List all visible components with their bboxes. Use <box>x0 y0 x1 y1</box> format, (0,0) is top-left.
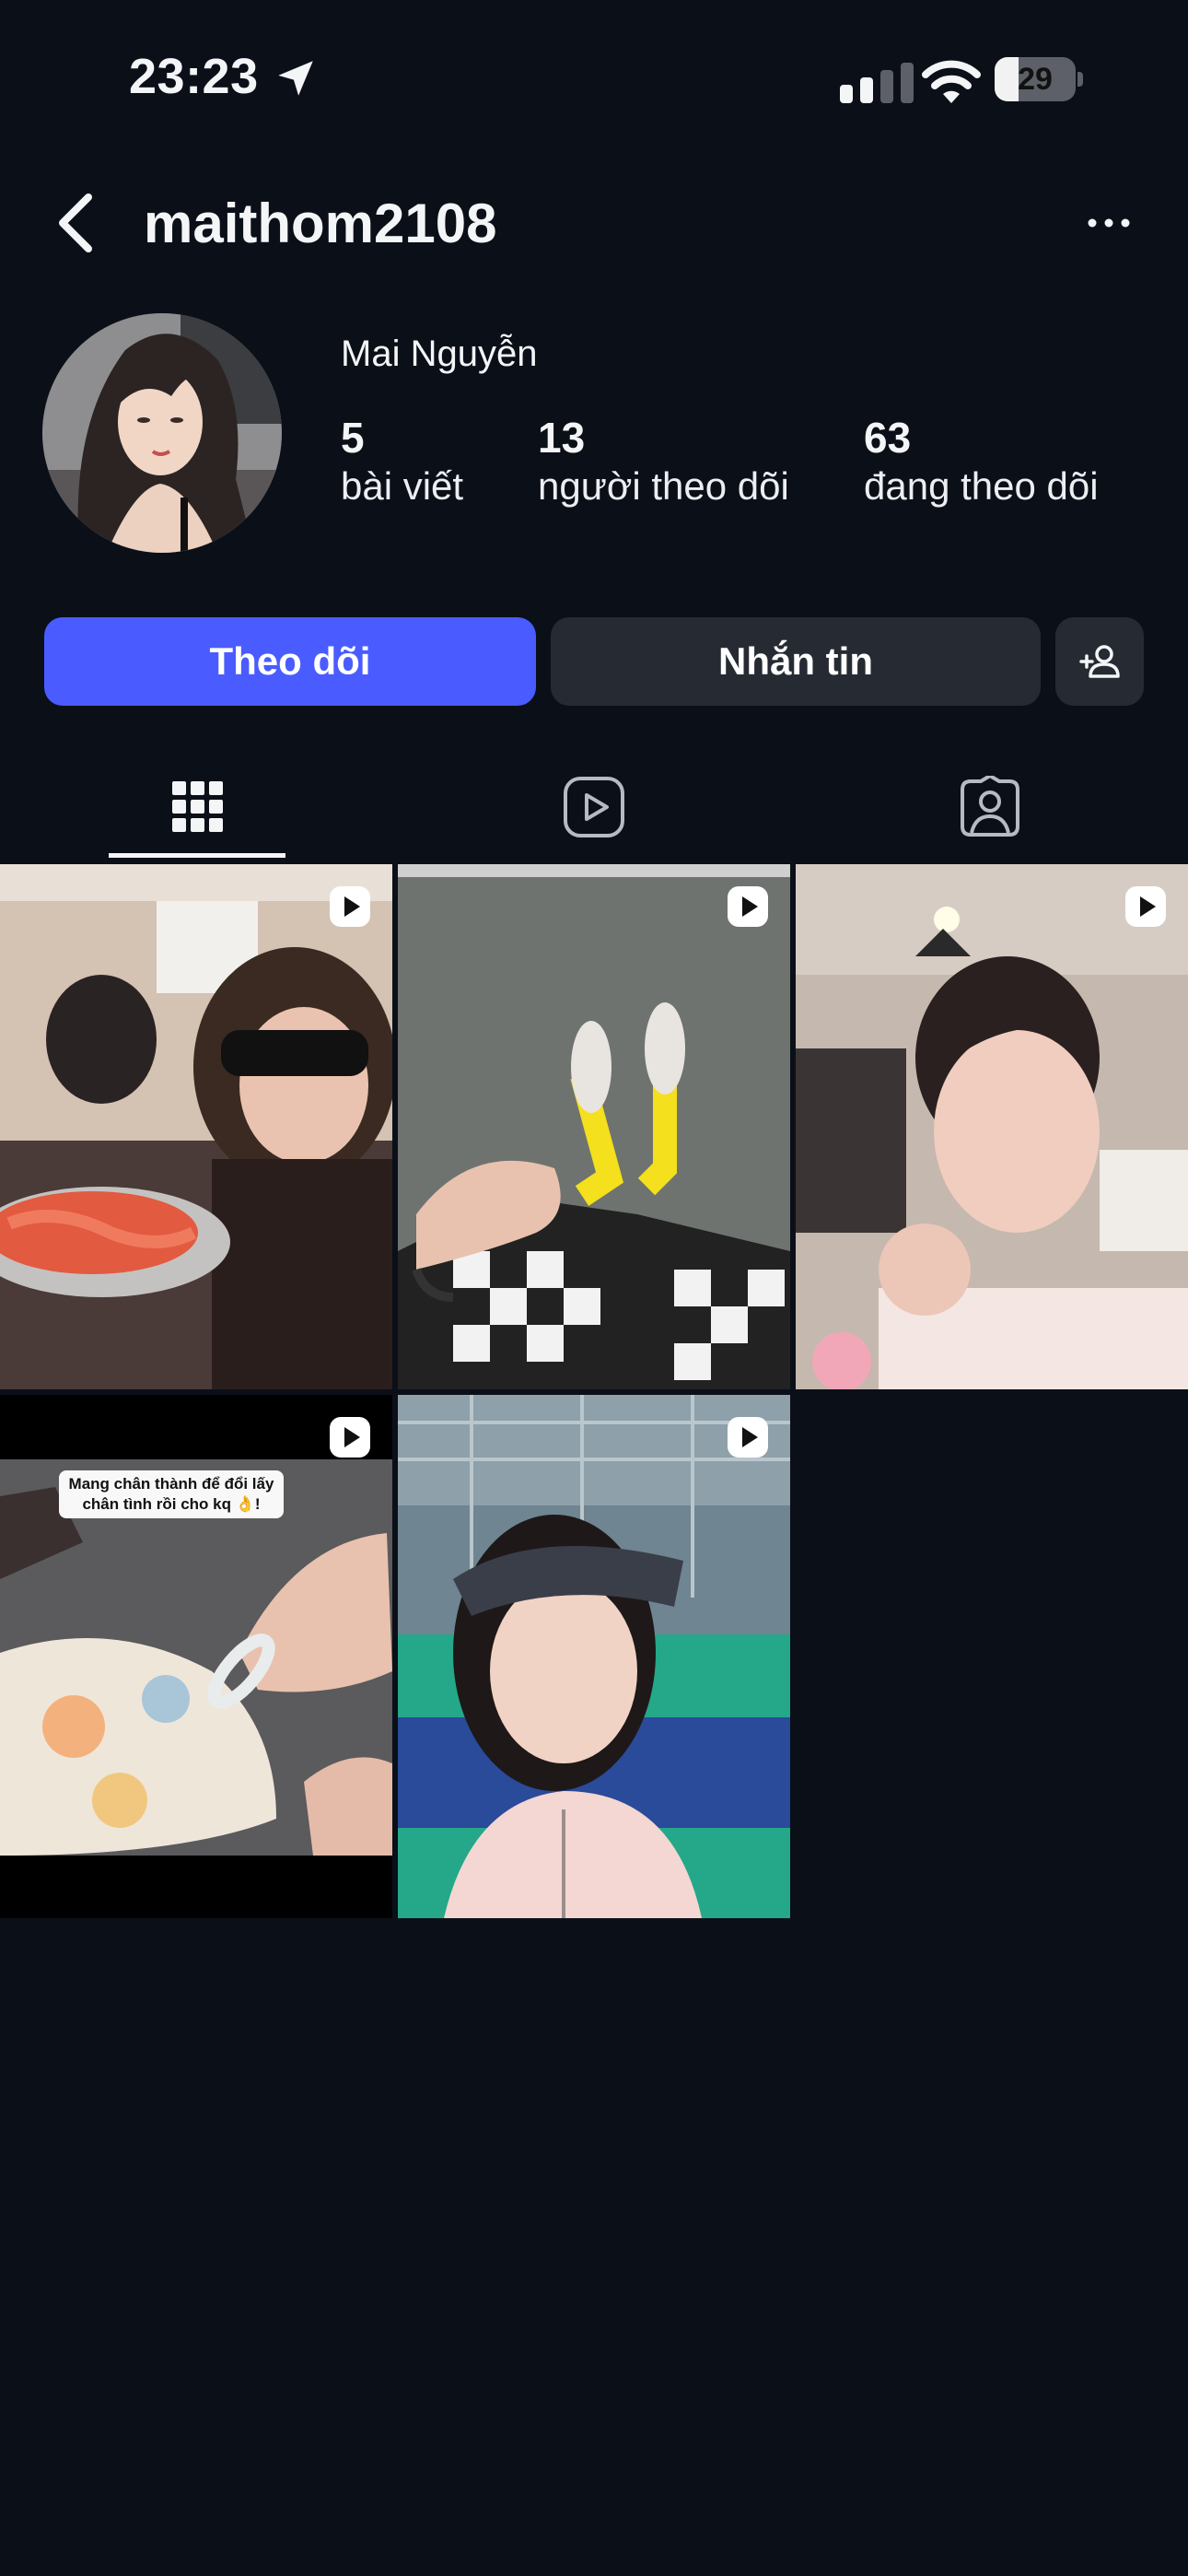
profile-display-name: Mai Nguyễn <box>341 334 538 374</box>
back-chevron-icon[interactable] <box>52 192 99 254</box>
reels-icon <box>564 777 624 837</box>
followers-count[interactable]: 13 <box>538 413 585 463</box>
post-tile-4[interactable]: Mang chân thành để đổi lấy chân tình rồi… <box>0 1395 392 1918</box>
tab-posts-grid[interactable] <box>0 755 396 859</box>
more-options-icon[interactable] <box>1083 208 1135 238</box>
reel-badge-icon <box>330 886 370 927</box>
tab-tagged[interactable] <box>792 755 1188 859</box>
tagged-person-icon <box>961 776 1019 837</box>
profile-username: maithom2108 <box>144 193 497 254</box>
active-tab-indicator <box>109 853 285 858</box>
add-person-icon <box>1079 645 1120 678</box>
suggested-users-button[interactable] <box>1055 617 1144 706</box>
battery-level: 29 <box>1018 62 1053 97</box>
reel-badge-icon <box>1125 886 1166 927</box>
status-time: 23:23 <box>129 49 259 104</box>
battery-indicator: 29 <box>995 57 1083 101</box>
reel-badge-icon <box>728 886 768 927</box>
reel-badge-icon <box>728 1417 768 1458</box>
following-count[interactable]: 63 <box>864 413 911 463</box>
cellular-signal-icon <box>840 63 914 103</box>
post-tile-5[interactable] <box>398 1395 790 1918</box>
grid-icon <box>172 781 223 832</box>
profile-avatar[interactable] <box>42 313 282 553</box>
post-tile-2[interactable] <box>398 864 790 1389</box>
tab-reels[interactable] <box>396 755 792 859</box>
posts-count[interactable]: 5 <box>341 413 365 463</box>
post-caption-overlay: Mang chân thành để đổi lấy chân tình rồi… <box>59 1470 284 1518</box>
following-label[interactable]: đang theo dõi <box>864 464 1099 509</box>
reel-badge-icon <box>330 1417 370 1458</box>
follow-button[interactable]: Theo dõi <box>44 617 536 706</box>
location-arrow-icon <box>278 61 313 96</box>
wifi-icon <box>922 60 981 103</box>
message-button[interactable]: Nhắn tin <box>551 617 1041 706</box>
post-tile-3[interactable] <box>796 864 1188 1389</box>
posts-label[interactable]: bài viết <box>341 464 463 509</box>
followers-label[interactable]: người theo dõi <box>538 464 789 509</box>
post-tile-1[interactable] <box>0 864 392 1389</box>
